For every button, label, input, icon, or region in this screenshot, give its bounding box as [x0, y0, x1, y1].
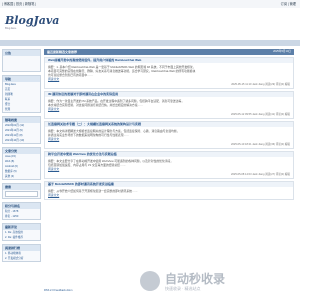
sidebar-section: 随笔档案 2022年01月 (12) 2021年12月 (9) 2021年11月 (8… — [2, 116, 41, 144]
sidebar: 公告导航 BlogJava 首页 新随笔 联系 聚合 管理随笔档案 2022年01月 (12)… — [2, 49, 41, 299]
post-entry: IM 通讯协议的发展对于即时通讯在企业中的实际应用 摘要：作为一款自主开发的 IM… — [44, 91, 294, 119]
post-entry: Web前端开发中的高效使用组件，提升用户体验的 RainbowChat Web 摘… — [44, 57, 294, 89]
sidebar-section: 文章分类 Java (15) Web (8) Android (6) 数据库 (5) 其他… — [2, 147, 41, 180]
watermark-subtext: 快速收录 · 精选站点 — [165, 286, 201, 291]
post-summary-line: 也可直接整合到您已有的项目中…… — [48, 73, 93, 77]
nav-bar — [0, 40, 300, 46]
sidebar-section: 公告 — [2, 49, 41, 72]
post-summary-line: 包括首屏加载速度、内存占用与 JS 交互等方面的经验总结…… — [48, 163, 126, 167]
post-summary-line: 摘要：从零开始介绍如何基于开源框架搭建一套完整的即时通讯系统…… — [48, 189, 138, 193]
post-list: Web前端开发中的高效使用组件，提升用户体验的 RainbowChat Web 摘… — [44, 57, 294, 200]
top-right-links[interactable]: 订阅 | 管理 — [281, 1, 296, 6]
sidebar-section: 导航 BlogJava 首页 新随笔 联系 聚合 管理 — [2, 75, 41, 113]
post-summary-line: 并通过真实业务场景下的数据来说明架构的可行性与性能表现…… — [48, 133, 130, 137]
post-summary-line: 本文将结合实际经验，对这些问题进行总结归纳，并给出相应的解决方案…… — [48, 103, 144, 107]
main-content: 最近更新精选文章推荐 2025年5月14日 Web前端开发中的高效使用组件，提升… — [44, 49, 294, 297]
post-entry: 跨平台开发中使用 WebView 的优化方法与实践总结 摘要：本文主要分享了在移动… — [44, 151, 294, 179]
sidebar-section: 积分与排名 积分 - 1678 排名 - 1250 — [2, 202, 41, 220]
watermark-text: 自动秒收录 — [165, 272, 226, 286]
read-more-link[interactable]: 阅读全文 — [48, 77, 59, 81]
post-summary: 摘要：1. 基本介绍 RainbowChat-Web 是一套基于 MobileI… — [45, 63, 293, 83]
read-more-link[interactable]: 阅读全文 — [48, 107, 59, 111]
post-meta: 2025-05-15 11:10 Jack Jiang 阅读(29) 评论(0)… — [231, 83, 290, 86]
main-header-bar: 最近更新精选文章推荐 2025年5月14日 — [44, 49, 294, 55]
search-input[interactable] — [5, 191, 38, 197]
sidebar-section-title: 搜索 — [3, 184, 40, 190]
top-links[interactable]: | 博客园 | 首页 | 新随笔 | — [2, 1, 36, 6]
sidebar-link[interactable]: 其他 (3) — [3, 174, 40, 179]
post-summary: 摘要：本文主要分享了在移动端开发中使用 WebView 可能遇到的各种问题，以及… — [45, 157, 293, 173]
main-header-title: 最近更新精选文章推荐 — [47, 50, 78, 54]
post-meta: 2025-05-12 09:55 Jack Jiang 阅读(41) 评论(0)… — [231, 113, 290, 116]
post-meta: 2025-05-08 14:03 Jack Jiang 阅读(27) 评论(0)… — [231, 173, 290, 176]
post-meta: 2025-05-10 18:21 Jack Jiang 阅读(36) 评论(0)… — [231, 143, 290, 146]
main-header-date: 2025年5月14日 — [273, 50, 291, 53]
sidebar-link[interactable]: 排名 - 1250 — [3, 214, 40, 219]
read-more-link[interactable]: 阅读全文 — [48, 137, 59, 141]
sidebar-link[interactable] — [3, 66, 40, 71]
post-summary: 摘要：本文将详细阐述大规模长连接网关的设计理念与方案，包括连接保持、心跳、消息路… — [45, 127, 293, 143]
site-logo[interactable]: BlogJava — [5, 14, 59, 27]
sidebar-section: 最新评论 1. Re: 高效使用 2. Re: 插件推荐 — [2, 223, 41, 241]
post-summary: 摘要：从零开始介绍如何基于开源框架搭建一套完整的即时通讯系统…… 阅读全文 — [45, 187, 293, 199]
post-entry: 基于 MobileIMSDK 的即时通讯系统开发实战指南 摘要：从零开始介绍如何基… — [44, 181, 294, 200]
sidebar-link[interactable]: 2021年10月 (10) — [3, 138, 40, 143]
read-more-link[interactable]: 阅读全文 — [48, 167, 59, 171]
sidebar-section: 阅读排行榜 1. 移动端体验 2. 开发模式分析 — [2, 244, 41, 262]
sidebar-link[interactable]: 2. 开发模式分析 — [3, 256, 40, 261]
watermark: 自动秒收录 快速收录 · 精选站点 — [140, 268, 290, 298]
site-subtitle: BlogJava- — [5, 27, 17, 30]
post-summary: 摘要：作为一款自主开发的 IM 系统产品，在开发过程中遇到了诸多问题，包括跨平台… — [45, 97, 293, 113]
watermark-logo-icon — [140, 271, 160, 291]
sidebar-section: 搜索 — [2, 183, 41, 199]
footer-links[interactable]: RSS 2.0 Feedback Atom — [44, 289, 72, 292]
sidebar-link[interactable]: 2. Re: 插件推荐 — [3, 235, 40, 240]
sidebar-link[interactable]: 管理 — [3, 107, 40, 112]
post-entry: 长连接网关技术专题（二）：大规模长连接网关系统的架构设计与实践 摘要：本文将详细阐… — [44, 121, 294, 149]
read-more-link[interactable]: 阅读全文 — [48, 193, 59, 197]
